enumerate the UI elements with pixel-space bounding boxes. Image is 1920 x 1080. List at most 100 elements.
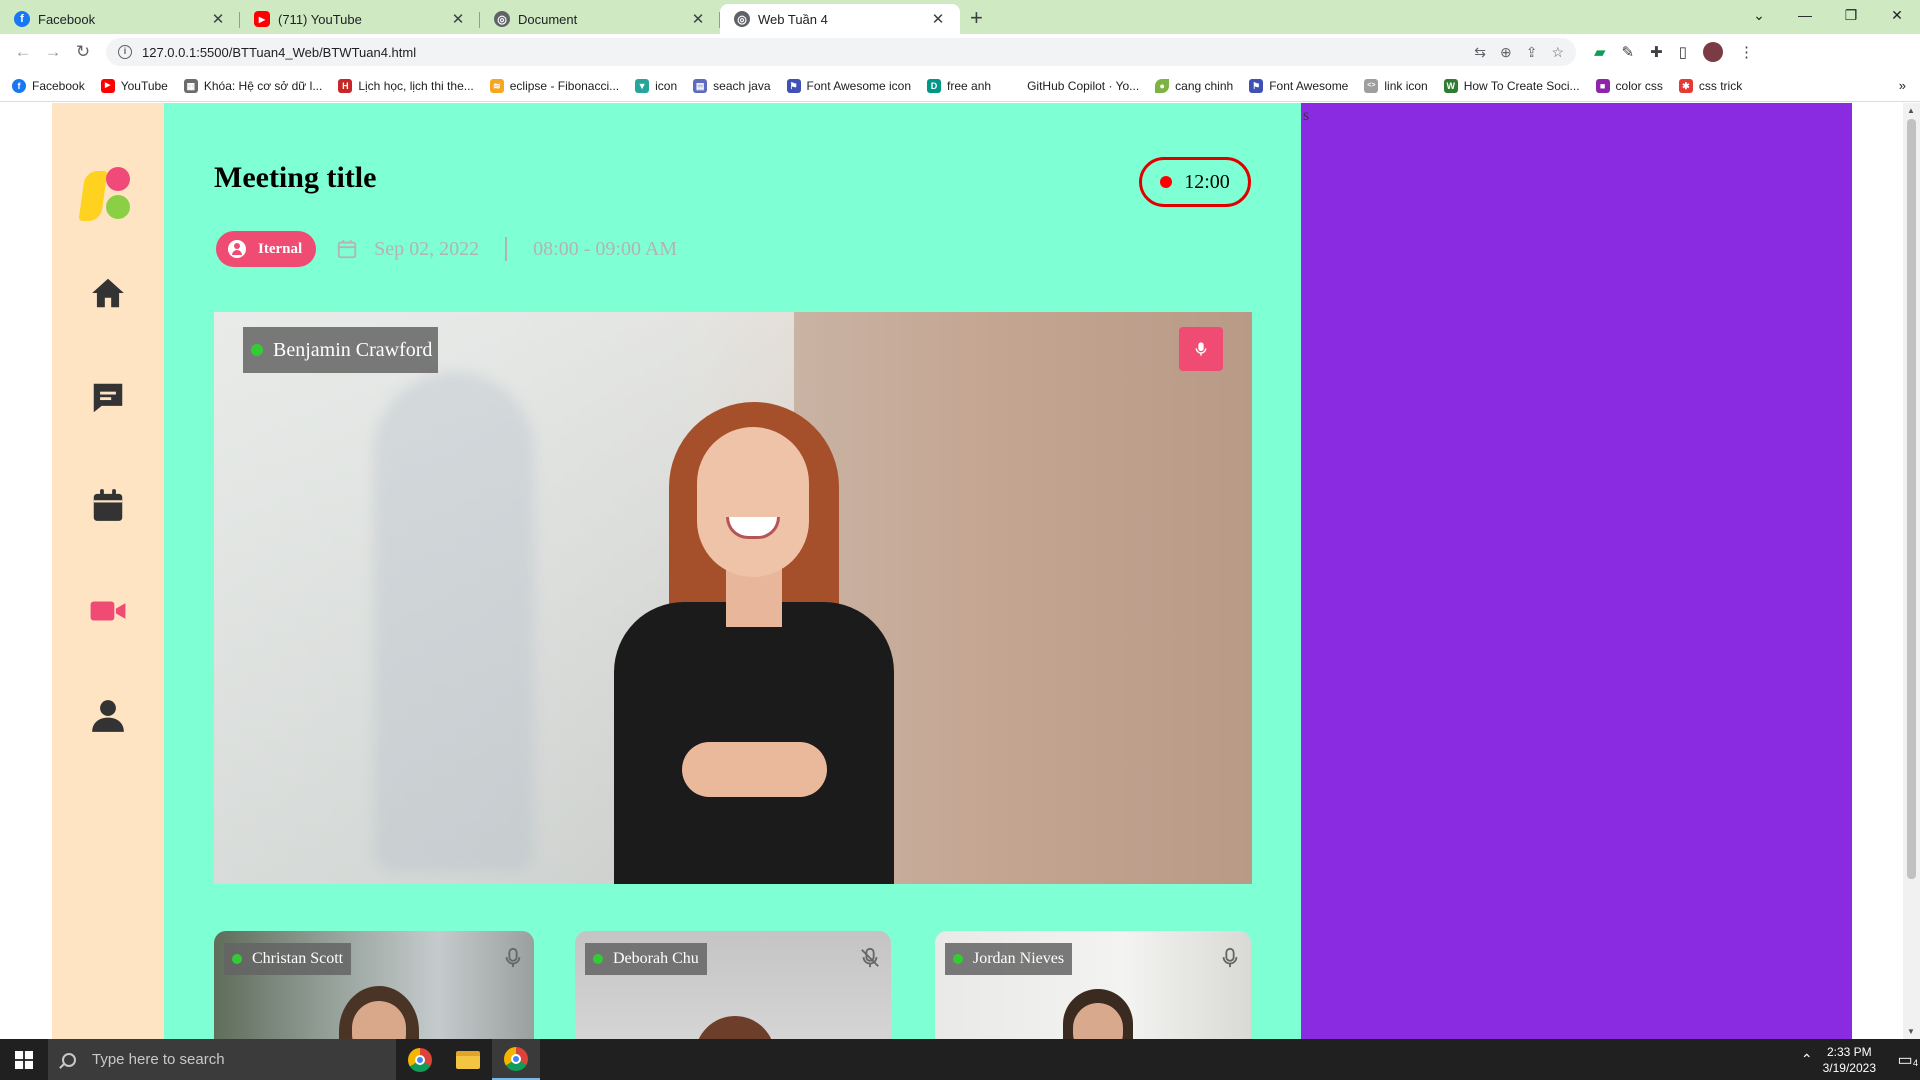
vuetify-icon: ▼ [635,78,650,93]
divider [505,237,508,261]
profile-avatar[interactable] [1702,42,1723,62]
bookmark-item[interactable]: f Facebook [12,78,85,93]
user-icon[interactable] [88,696,128,736]
back-icon[interactable]: ← [8,42,38,62]
tab-search-icon[interactable]: ⌄ [1736,0,1782,30]
scrollbar-thumb[interactable] [1907,119,1916,879]
globe-icon: ◎ [494,11,510,27]
home-icon[interactable] [88,273,128,313]
bookmark-item[interactable]: H Lịch học, lịch thi the... [338,78,474,93]
bookmark-item[interactable]: ■ color css [1595,78,1663,93]
taskbar-clock[interactable]: 2:33 PM 3/19/2023 [1823,1044,1876,1076]
github-copilot-icon [1007,78,1022,93]
clock-time: 2:33 PM [1826,1044,1872,1059]
bookmark-star-icon[interactable]: ☆ [1551,44,1564,61]
close-window-icon[interactable]: ✕ [1874,0,1920,30]
bookmark-item[interactable]: ● cang chinh [1155,78,1233,93]
participant-tile[interactable]: Christan Scott [214,931,534,1039]
page-icon: ▤ [693,78,708,93]
speaker-name: Benjamin Crawford [273,338,433,361]
video-icon[interactable] [88,591,128,631]
url-input[interactable]: i 127.0.0.1:5500/BTTuan4_Web/BTWTuan4.ht… [106,38,1576,66]
bookmark-item[interactable]: GitHub Copilot · Yo... [1007,78,1139,93]
tab-youtube[interactable]: ▶ (711) YouTube ✕ [240,4,480,34]
tab-document[interactable]: ◎ Document ✕ [480,4,720,34]
bookmark-item[interactable]: ✱ css trick [1678,78,1742,93]
online-status-dot [232,954,242,964]
scroll-down-icon[interactable]: ▼ [1907,1027,1915,1036]
bookmark-item[interactable]: ⚑ Font Awesome [1249,78,1348,93]
close-icon[interactable]: ✕ [690,10,706,28]
zoom-icon[interactable]: ⊕ [1500,44,1512,61]
extension-green-icon[interactable]: ▰ [1594,43,1606,61]
youtube-icon: ▶ [100,78,115,93]
bookmark-item[interactable]: ▶ YouTube [100,78,168,93]
meeting-date: Sep 02, 2022 [374,237,480,260]
share-icon[interactable]: ⇪ [1526,44,1538,61]
participant-tile[interactable]: Jordan Nieves [935,931,1251,1039]
new-tab-button[interactable]: + [970,4,983,34]
calendar-outline-icon [338,239,357,259]
mic-icon[interactable] [498,943,528,973]
participant-tile[interactable]: Deborah Chu [575,931,891,1039]
bookmark-item[interactable]: ▦ Khóa: Hệ cơ sở dữ l... [183,78,322,93]
app-logo [78,167,136,221]
asterisk-icon: ✱ [1678,78,1693,93]
reload-icon[interactable]: ↻ [68,42,98,62]
meeting-type-badge[interactable]: Iternal [216,231,317,267]
windows-start-icon[interactable] [0,1039,48,1080]
translate-icon[interactable]: ⇆ [1474,44,1486,61]
bookmark-item[interactable]: ⚑ Font Awesome icon [786,78,911,93]
bookmark-item[interactable]: ▤ seach java [693,78,771,93]
close-icon[interactable]: ✕ [930,10,946,28]
more-bookmarks-icon[interactable]: » [1899,78,1906,93]
color-icon: ■ [1595,78,1610,93]
extensions-icon[interactable]: ✚ [1650,43,1663,61]
image-site-icon: D [927,78,942,93]
badge-label: Iternal [258,240,303,257]
browser-taskbar-icon[interactable] [396,1039,444,1080]
close-icon[interactable]: ✕ [450,10,466,28]
tab-label: (711) YouTube [278,11,362,27]
chevron-up-icon[interactable]: ⌃ [1801,1051,1813,1068]
bookmark-item[interactable]: W How To Create Soci... [1443,78,1580,93]
mic-icon [1195,342,1207,356]
file-explorer-icon[interactable] [444,1039,492,1080]
menu-icon[interactable]: ⋮ [1739,43,1754,61]
bookmark-item[interactable]: ≋ eclipse - Fibonacci... [489,78,619,93]
flag-icon: ⚑ [1249,78,1264,93]
forward-icon[interactable]: → [38,42,68,62]
side-panel-icon[interactable]: ▯ [1679,43,1687,61]
taskbar-search-input[interactable]: Type here to search [48,1039,396,1080]
bookmark-item[interactable]: Dfree anh [927,78,991,93]
timer-value: 12:00 [1184,170,1230,193]
mic-icon[interactable] [1215,943,1245,973]
restore-icon[interactable]: ❐ [1828,0,1874,30]
eclipse-icon: ≋ [489,78,504,93]
calendar-icon[interactable] [88,485,128,525]
meeting-time: 08:00 - 09:00 AM [533,237,678,260]
mic-muted-icon[interactable] [855,943,885,973]
close-icon[interactable]: ✕ [210,10,226,28]
window-controls: ⌄ — ❐ ✕ [1736,0,1920,30]
bookmark-item[interactable]: ▼ icon [635,78,677,93]
color-picker-icon[interactable]: ✎ [1622,43,1635,61]
site-info-icon[interactable]: i [118,45,132,59]
mic-button[interactable] [1179,327,1223,371]
user-circle-icon [228,240,246,258]
tab-facebook[interactable]: f Facebook ✕ [0,4,240,34]
page-scrollbar[interactable]: ▲ ▼ [1903,103,1920,1039]
tab-label: Document [518,11,578,27]
school-icon: ▦ [183,78,198,93]
tab-web-tuan-4[interactable]: ◎ Web Tuần 4 ✕ [720,4,960,34]
main-speaker-video[interactable]: Benjamin Crawford [214,312,1252,884]
scroll-up-icon[interactable]: ▲ [1907,106,1915,115]
minimize-icon[interactable]: — [1782,0,1828,30]
chrome-taskbar-icon[interactable] [492,1039,540,1080]
search-icon [62,1052,76,1067]
chat-icon[interactable] [88,378,128,418]
clock-date: 3/19/2023 [1822,1060,1876,1075]
participant-name-tag: Christan Scott [224,943,352,975]
notifications-icon[interactable]: ▭ 4 [1890,1050,1920,1070]
bookmark-item[interactable]: <> link icon [1364,78,1428,93]
